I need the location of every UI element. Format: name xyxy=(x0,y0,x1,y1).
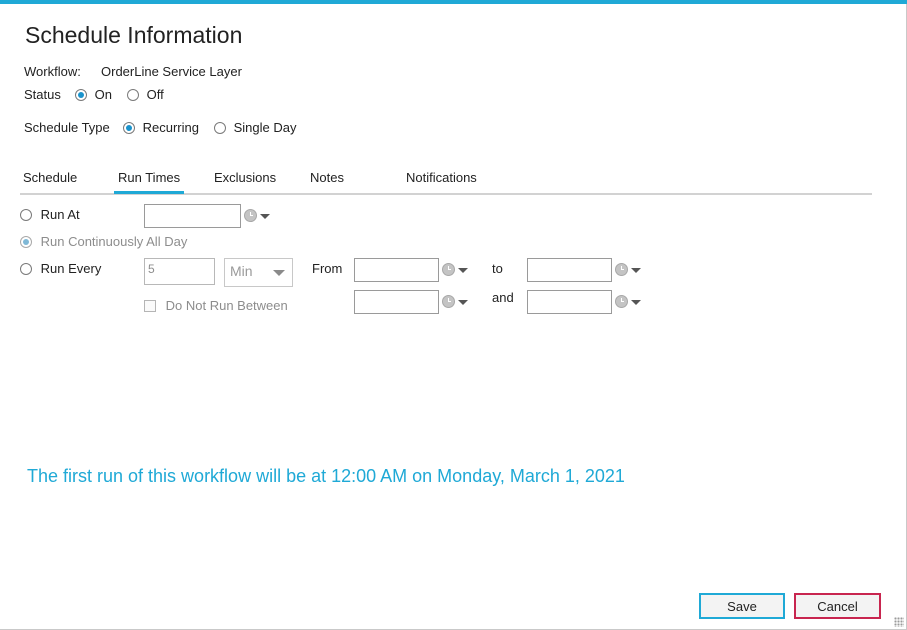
from-time-picker[interactable] xyxy=(354,258,472,282)
status-on-option[interactable]: On xyxy=(75,86,112,102)
status-off-label: Off xyxy=(146,87,164,103)
to-time-picker[interactable] xyxy=(527,258,645,282)
tab-notes[interactable]: Notes xyxy=(310,170,344,185)
clock-icon[interactable] xyxy=(442,295,455,308)
recurring-radio[interactable] xyxy=(123,121,135,134)
chevron-down-icon[interactable] xyxy=(631,300,641,305)
status-off-radio[interactable] xyxy=(127,88,139,101)
tab-notifications[interactable]: Notifications xyxy=(406,170,477,185)
clock-icon[interactable] xyxy=(442,263,455,276)
run-at-time-input[interactable] xyxy=(144,204,241,228)
run-at-option[interactable]: Run At xyxy=(20,206,80,222)
do-not-run-start-picker[interactable] xyxy=(354,290,472,314)
tab-exclusions[interactable]: Exclusions xyxy=(214,170,276,185)
run-every-unit-select[interactable]: Min xyxy=(224,258,293,287)
run-continuously-label: Run Continuously All Day xyxy=(40,234,188,250)
clock-icon[interactable] xyxy=(615,263,628,276)
from-label: From xyxy=(312,261,343,276)
first-run-message: The first run of this workflow will be a… xyxy=(27,466,625,486)
do-not-run-end-picker[interactable] xyxy=(527,290,645,314)
run-continuously-radio[interactable] xyxy=(20,235,32,248)
chevron-down-icon[interactable] xyxy=(458,268,468,273)
to-label: to xyxy=(492,261,503,276)
single-day-radio[interactable] xyxy=(214,121,226,134)
status-label: Status xyxy=(24,87,61,102)
tab-schedule[interactable]: Schedule xyxy=(23,170,77,185)
single-day-label: Single Day xyxy=(233,120,297,136)
to-time-input[interactable] xyxy=(527,258,612,282)
cancel-button[interactable]: Cancel xyxy=(794,593,881,619)
run-at-radio[interactable] xyxy=(20,208,32,221)
and-label: and xyxy=(492,290,514,305)
schedule-type-label: Schedule Type xyxy=(24,120,110,135)
resize-grip-icon[interactable] xyxy=(894,617,904,627)
run-every-interval-input[interactable]: 5 xyxy=(144,258,215,285)
do-not-run-checkbox[interactable] xyxy=(144,299,156,312)
do-not-run-label: Do Not Run Between xyxy=(165,298,288,314)
schedule-type-recurring-option[interactable]: Recurring xyxy=(123,119,199,135)
from-time-input[interactable] xyxy=(354,258,439,282)
tab-bar: Schedule Run Times Exclusions Notes Noti… xyxy=(20,168,872,195)
recurring-label: Recurring xyxy=(142,120,199,136)
do-not-run-option[interactable]: Do Not Run Between xyxy=(144,297,288,313)
workflow-name: OrderLine Service Layer xyxy=(101,64,242,79)
run-continuously-option[interactable]: Run Continuously All Day xyxy=(20,233,187,249)
tab-run-times[interactable]: Run Times xyxy=(113,170,185,194)
chevron-down-icon xyxy=(273,270,285,276)
save-button[interactable]: Save xyxy=(699,593,785,619)
status-off-option[interactable]: Off xyxy=(127,86,164,102)
do-not-run-start-input[interactable] xyxy=(354,290,439,314)
clock-icon[interactable] xyxy=(615,295,628,308)
run-every-label: Run Every xyxy=(40,261,102,277)
run-every-option[interactable]: Run Every xyxy=(20,260,101,276)
clock-icon[interactable] xyxy=(244,209,257,222)
chevron-down-icon[interactable] xyxy=(631,268,641,273)
schedule-type-single-day-option[interactable]: Single Day xyxy=(214,119,297,135)
run-every-radio[interactable] xyxy=(20,262,32,275)
chevron-down-icon[interactable] xyxy=(458,300,468,305)
status-on-label: On xyxy=(94,87,112,103)
workflow-label: Workflow: xyxy=(24,64,81,79)
do-not-run-end-input[interactable] xyxy=(527,290,612,314)
run-every-unit-value: Min xyxy=(230,263,253,279)
status-on-radio[interactable] xyxy=(75,88,87,101)
dialog-title: Schedule Information xyxy=(25,22,243,48)
run-at-label: Run At xyxy=(40,207,80,223)
chevron-down-icon[interactable] xyxy=(260,214,270,219)
run-at-time-picker[interactable] xyxy=(144,204,274,228)
